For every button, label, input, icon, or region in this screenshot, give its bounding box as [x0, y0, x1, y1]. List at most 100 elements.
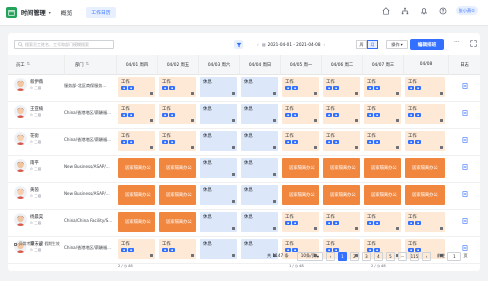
ops-dropdown[interactable]: 操作 ▾	[386, 40, 408, 49]
filter-button[interactable]	[234, 40, 243, 49]
shift-tags: ▪ ▪	[408, 140, 422, 144]
shift-cell-work[interactable]: 工作 ▪ ▪	[118, 239, 155, 259]
app-title[interactable]: 时间管理	[21, 8, 46, 17]
view-week-button[interactable]: 周	[356, 40, 367, 49]
shift-cell-rest[interactable]: 休息	[241, 158, 278, 178]
log-icon[interactable]	[462, 110, 468, 116]
shift-cell-rest[interactable]: 休息	[200, 212, 237, 232]
shift-cell-work[interactable]: 工作 ▪ ▪	[118, 104, 155, 124]
log-icon[interactable]	[462, 83, 468, 89]
shift-cell-home[interactable]: 居家隔离办公	[118, 212, 155, 232]
shift-cell-home[interactable]: 居家隔离办公	[405, 158, 445, 178]
more-icon[interactable]: ···	[454, 39, 460, 46]
shift-cell-work[interactable]: 工作 ▪ ▪	[282, 131, 319, 151]
page-button[interactable]: 1	[337, 251, 347, 261]
employee-cell[interactable]: 叙伊薇 ⊙ 二级	[14, 78, 43, 91]
view-month-button[interactable]: 月	[367, 40, 378, 49]
goto-page-input[interactable]: 1	[447, 251, 462, 261]
date-range-picker[interactable]: ‹ ▦ 2021-04-01 - 2021-04-08 ›	[254, 40, 328, 49]
edit-schedule-button[interactable]: 编辑排班	[410, 39, 444, 50]
shift-cell-work[interactable]: 工作 ▪ ▪	[323, 212, 360, 232]
shift-cell-work[interactable]: 工作 ▪ ▪	[282, 104, 319, 124]
shift-cell-work[interactable]: 工作 ▪ ▪	[364, 131, 401, 151]
shift-cell-home[interactable]: 居家隔离办公	[282, 158, 319, 178]
shift-cell-work[interactable]: 工作 ▪ ▪	[282, 212, 319, 232]
org-chart-icon[interactable]	[401, 6, 410, 15]
summary-row: 2 / ◷ 48 1 / ◷ 48 2 / ◷ 48	[8, 264, 480, 275]
shift-cell-home[interactable]: 居家隔离办公	[405, 185, 445, 205]
shift-cell-work[interactable]: 工作 ▪ ▪	[405, 104, 445, 124]
shift-cell-work[interactable]: 工作 ▪ ▪	[323, 77, 360, 97]
shift-cell-rest[interactable]: 休息	[241, 77, 278, 97]
shift-cell-work[interactable]: 工作 ▪ ▪	[159, 239, 196, 259]
nav-overview[interactable]: 概览	[61, 8, 73, 17]
log-icon[interactable]	[462, 164, 468, 170]
prev-page-button[interactable]: ‹	[325, 251, 335, 261]
log-icon[interactable]	[462, 218, 468, 224]
shift-cell-rest[interactable]: 休息	[241, 212, 278, 232]
page-size-select[interactable]: 10条/页 ▾	[296, 251, 323, 261]
page-button[interactable]: ···	[397, 251, 407, 261]
shift-cell-work[interactable]: 工作 ▪ ▪	[159, 131, 196, 151]
next-page-button[interactable]: ›	[421, 251, 431, 261]
shift-cell-rest[interactable]: 休息	[200, 239, 237, 259]
shift-cell-rest[interactable]: 休息	[200, 185, 237, 205]
tab-work-calendar[interactable]: 工作日历	[86, 7, 116, 18]
employee-cell[interactable]: 雨平 ⊙ 二级	[14, 159, 41, 172]
shift-cell-work[interactable]: 工作 ▪ ▪	[323, 104, 360, 124]
shift-cell-work[interactable]: 工作 ▪ ▪	[282, 77, 319, 97]
shift-cell-work[interactable]: 工作 ▪ ▪	[159, 104, 196, 124]
shift-cell-rest[interactable]: 休息	[241, 185, 278, 205]
page-button[interactable]: 3	[361, 251, 371, 261]
shift-cell-home[interactable]: 居家隔离办公	[118, 158, 155, 178]
header-department[interactable]: 部门 ⇅	[64, 55, 116, 75]
employee-cell[interactable]: 黄茵 ⊙ 二级	[14, 186, 41, 199]
help-icon[interactable]	[439, 6, 448, 15]
employee-cell[interactable]: 王亚楠 ⊙ 二级	[14, 105, 43, 118]
page-button[interactable]: 5	[385, 251, 395, 261]
search-input[interactable]: 搜索员工姓名、工号和部门模糊搜索	[14, 40, 114, 49]
shift-cell-home[interactable]: 居家隔离办公	[118, 185, 155, 205]
shift-cell-work[interactable]: 工作 ▪ ▪	[405, 77, 445, 97]
home-icon[interactable]	[382, 6, 391, 15]
chevron-left-icon[interactable]: ‹	[257, 42, 259, 47]
shift-cell-work[interactable]: 工作 ▪ ▪	[364, 77, 401, 97]
employee-cell[interactable]: 杨晨昊 ⊙ 二级	[14, 213, 43, 226]
shift-cell-home[interactable]: 居家隔离办公	[364, 185, 401, 205]
page-button[interactable]: 2	[349, 251, 359, 261]
user-menu[interactable]: 张小燕①	[455, 6, 478, 15]
shift-cell-home[interactable]: 居家隔离办公	[159, 185, 196, 205]
shift-cell-home[interactable]: 居家隔离办公	[364, 158, 401, 178]
shift-cell-home[interactable]: 居家隔离办公	[323, 185, 360, 205]
shift-cell-home[interactable]: 居家隔离办公	[159, 212, 196, 232]
shift-cell-work[interactable]: 工作 ▪ ▪	[323, 131, 360, 151]
shift-cell-rest[interactable]: 休息	[200, 158, 237, 178]
shift-cell-rest[interactable]: 休息	[200, 131, 237, 151]
shift-cell-home[interactable]: 居家隔离办公	[323, 158, 360, 178]
shift-cell-work[interactable]: 工作 ▪ ▪	[364, 212, 401, 232]
shift-cell-work[interactable]: 工作 ▪ ▪	[159, 77, 196, 97]
shift-cell-rest[interactable]: 休息	[200, 77, 237, 97]
shift-cell-work[interactable]: 工作 ▪ ▪	[118, 77, 155, 97]
notification-bell-icon[interactable]	[420, 6, 429, 15]
shift-cell-home[interactable]: 居家隔离办公	[159, 158, 196, 178]
shift-cell-rest[interactable]: 休息	[241, 104, 278, 124]
page-button[interactable]: 115	[409, 251, 419, 261]
header-employee[interactable]: 员工 ⇅	[8, 55, 64, 75]
page-button[interactable]: 4	[373, 251, 383, 261]
employee-cell[interactable]: 花街 ⊙ 二级	[14, 132, 41, 145]
shift-cell-rest[interactable]: 休息	[241, 131, 278, 151]
shift-cell-work[interactable]: 工作 ▪ ▪	[118, 131, 155, 151]
chevron-down-icon[interactable]: ▾	[49, 10, 51, 15]
fullscreen-icon[interactable]	[470, 40, 477, 47]
shift-cell-work[interactable]: 工作 ▪ ▪	[405, 131, 445, 151]
shift-cell-work[interactable]: 工作 ▪ ▪	[405, 212, 445, 232]
log-icon[interactable]	[462, 191, 468, 197]
shift-cell-rest[interactable]: 休息	[200, 104, 237, 124]
log-icon[interactable]	[462, 137, 468, 143]
shift-cell-work[interactable]: 工作 ▪ ▪	[364, 104, 401, 124]
chevron-right-icon[interactable]: ›	[324, 42, 326, 47]
sort-icon[interactable]: ⇅	[86, 62, 90, 67]
sort-icon[interactable]: ⇅	[27, 62, 31, 67]
shift-cell-home[interactable]: 居家隔离办公	[282, 185, 319, 205]
